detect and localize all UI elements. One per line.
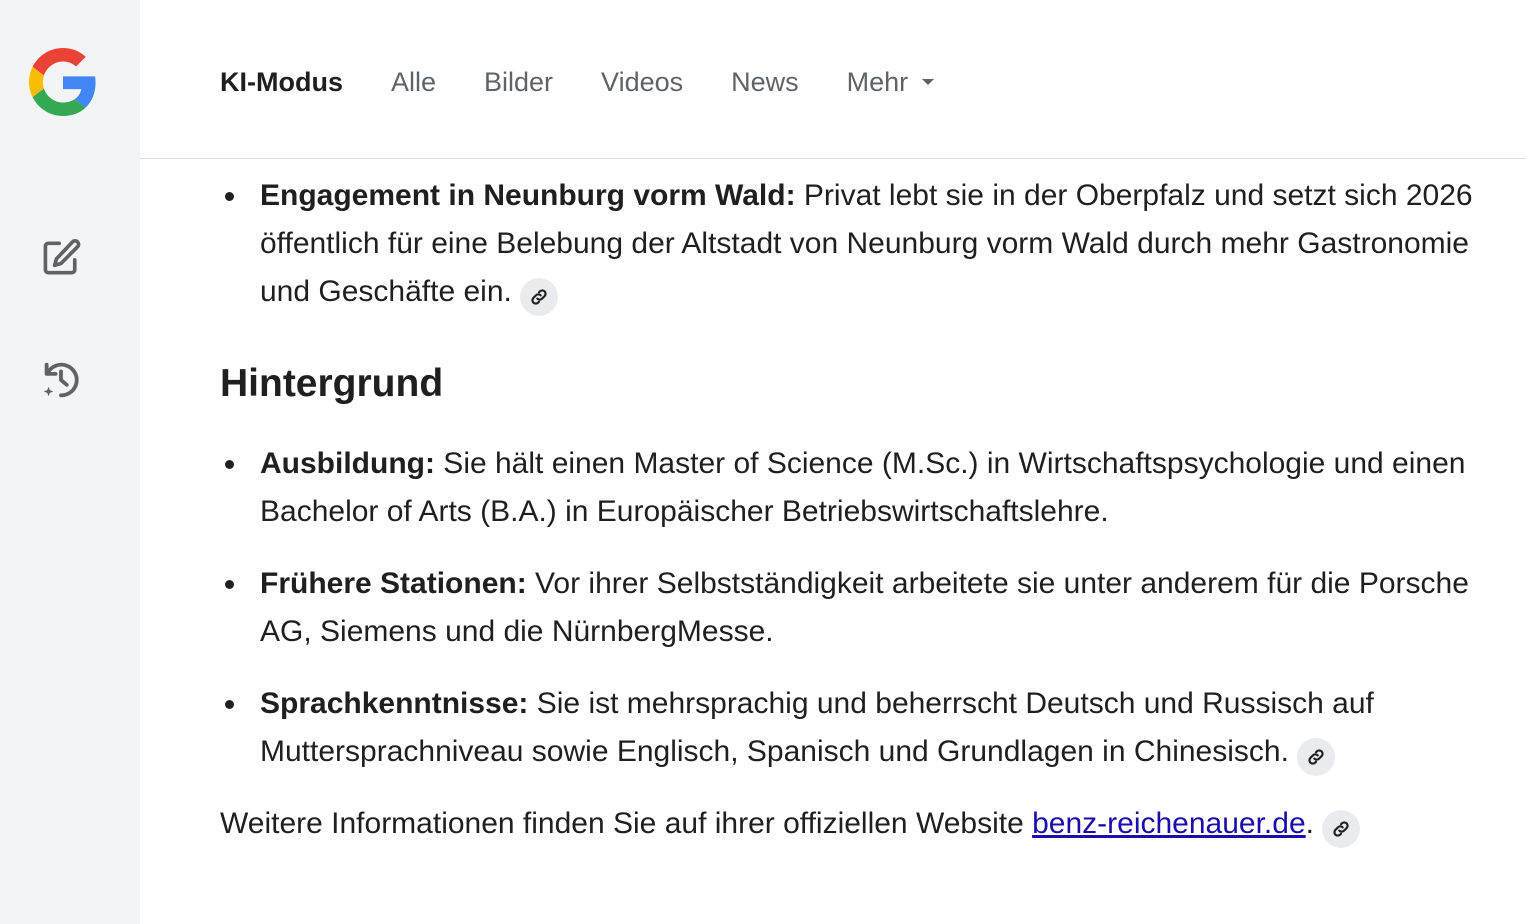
citation-link-button[interactable] bbox=[519, 278, 558, 316]
list-item: Frühere Stationen: Vor ihrer Selbstständ… bbox=[220, 560, 1510, 656]
bullet-dot bbox=[225, 460, 234, 469]
section-heading: Hintergrund bbox=[220, 362, 444, 405]
bullet-dot bbox=[225, 580, 234, 589]
bullet-list: Engagement in Neunburg vorm Wald: Privat… bbox=[220, 172, 1510, 316]
google-g-logo[interactable] bbox=[29, 47, 97, 117]
tab-alle[interactable]: Alle bbox=[391, 67, 436, 98]
tab-ki-modus[interactable]: KI-Modus bbox=[220, 67, 343, 98]
bullet-dot bbox=[225, 192, 234, 201]
ai-answer-content: Engagement in Neunburg vorm Wald: Privat… bbox=[220, 172, 1510, 848]
tab-label: Bilder bbox=[484, 66, 554, 97]
item-text: Sie hält einen Master of Science (M.Sc.)… bbox=[260, 447, 1466, 528]
list-item: Ausbildung: Sie hält einen Master of Sci… bbox=[220, 440, 1510, 536]
link-icon bbox=[1308, 749, 1324, 765]
website-link[interactable]: benz-reichenauer.de bbox=[1032, 807, 1306, 840]
history-button[interactable] bbox=[30, 351, 92, 413]
item-title: Frühere Stationen: bbox=[260, 567, 527, 600]
new-chat-icon bbox=[39, 236, 83, 285]
caret-down-icon bbox=[922, 79, 935, 85]
item-title: Ausbildung: bbox=[260, 447, 435, 480]
bullet-list: Ausbildung: Sie hält einen Master of Sci… bbox=[220, 440, 1510, 776]
top-bar: KI-Modus Alle Bilder Videos News Mehr bbox=[140, 0, 1526, 159]
footer-text: Weitere Informationen finden Sie auf ihr… bbox=[220, 807, 1033, 840]
list-item: Sprachkenntnisse: Sie ist mehrsprachig u… bbox=[220, 680, 1510, 776]
tab-mehr[interactable]: Mehr bbox=[847, 67, 935, 98]
footer-paragraph: Weitere Informationen finden Sie auf ihr… bbox=[220, 800, 1510, 848]
history-icon bbox=[38, 357, 84, 408]
link-icon bbox=[531, 289, 547, 305]
tab-news[interactable]: News bbox=[731, 67, 799, 98]
tab-label: News bbox=[731, 66, 799, 97]
page: KI-Modus Alle Bilder Videos News Mehr En… bbox=[0, 0, 1526, 924]
tab-bilder[interactable]: Bilder bbox=[484, 67, 553, 98]
sidebar bbox=[0, 0, 140, 924]
item-title: Engagement in Neunburg vorm Wald: bbox=[260, 179, 796, 212]
bullet-dot bbox=[225, 700, 234, 709]
citation-link-button[interactable] bbox=[1296, 738, 1335, 776]
tab-label: Alle bbox=[390, 66, 437, 97]
new-chat-button[interactable] bbox=[30, 229, 92, 291]
item-title: Sprachkenntnisse: bbox=[260, 687, 529, 720]
tab-label: Mehr bbox=[846, 66, 909, 97]
footer-suffix: . bbox=[1305, 807, 1314, 840]
tab-label: KI-Modus bbox=[220, 66, 343, 97]
tab-videos[interactable]: Videos bbox=[601, 67, 683, 98]
link-icon bbox=[1333, 821, 1349, 837]
search-tabs: KI-Modus Alle Bilder Videos News Mehr bbox=[220, 62, 982, 102]
list-item: Engagement in Neunburg vorm Wald: Privat… bbox=[220, 172, 1510, 316]
tab-label: Videos bbox=[601, 66, 684, 97]
citation-link-button[interactable] bbox=[1321, 810, 1360, 848]
